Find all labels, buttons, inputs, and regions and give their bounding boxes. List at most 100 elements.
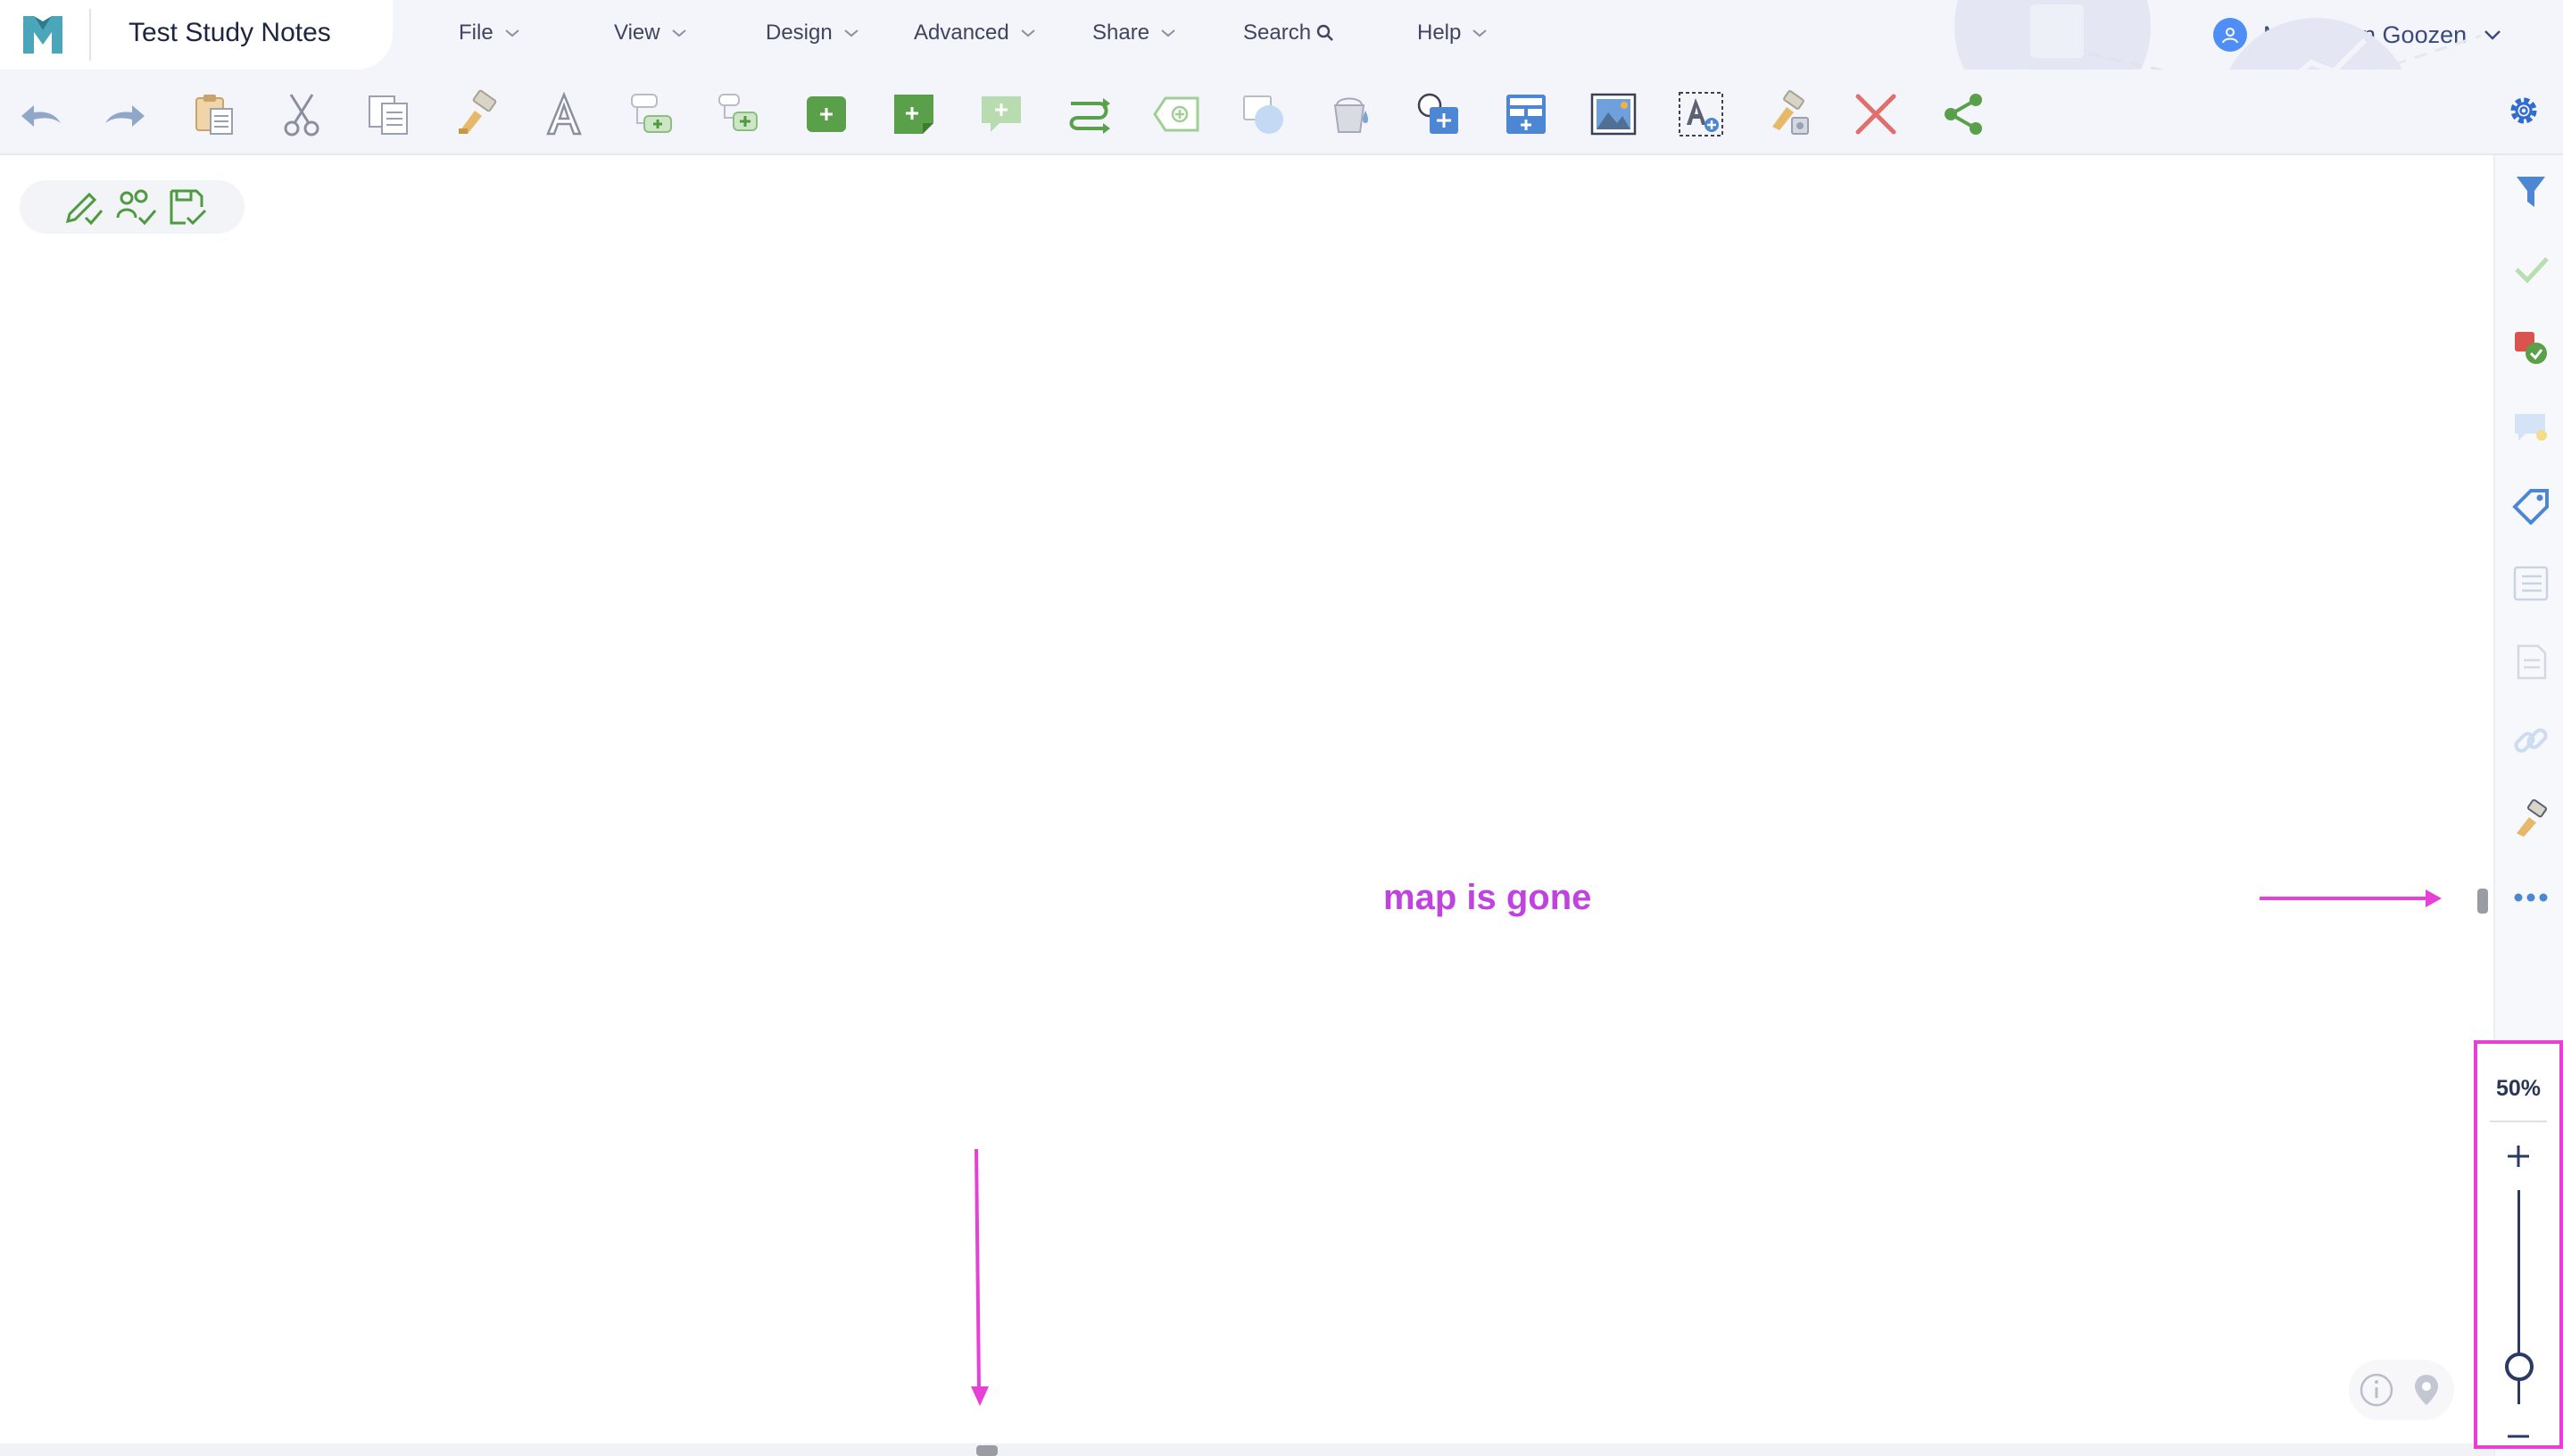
add-topic-icon (718, 94, 758, 131)
menu-advanced-label: Advanced (914, 21, 1009, 45)
paste-icon (195, 95, 233, 135)
filter-icon[interactable] (2511, 171, 2551, 211)
toolbar (0, 70, 2563, 155)
notes-icon[interactable] (2511, 642, 2551, 682)
task-icon[interactable] (2511, 328, 2551, 368)
add-subtopic-icon (631, 94, 672, 133)
clear-format-icon (1772, 90, 1809, 135)
annotation-text: map is gone (1383, 878, 1592, 917)
menu-share-label: Share (1092, 21, 1150, 45)
chevron-down-icon (1161, 29, 1175, 37)
insert-shape-icon (1417, 93, 1458, 134)
document-title[interactable]: Test Study Notes (129, 18, 331, 48)
menu-help-label: Help (1417, 21, 1462, 45)
menu-advanced[interactable]: Advanced (914, 21, 1036, 46)
title-separator (89, 9, 91, 61)
chevron-down-icon (671, 29, 686, 37)
mindmap-app: Test Study Notes File View Design Advanc… (0, 0, 2563, 1456)
menu-view[interactable]: View (614, 21, 687, 46)
share-button[interactable] (1937, 87, 1990, 141)
add-relationship-button[interactable] (1062, 87, 1116, 141)
insert-shape-button[interactable] (1412, 87, 1465, 141)
insert-table-button[interactable] (1499, 87, 1553, 141)
add-note-icon (894, 95, 933, 134)
add-box-button[interactable] (800, 87, 853, 141)
cut-icon (284, 94, 319, 136)
add-callout-icon (982, 96, 1021, 132)
add-note-button[interactable] (887, 87, 941, 141)
chevron-down-icon (1021, 29, 1035, 37)
format-painter-button[interactable] (450, 87, 503, 141)
search-icon (1316, 24, 1333, 41)
paste-button[interactable] (187, 87, 241, 141)
zoom-slider-handle[interactable] (2505, 1353, 2534, 1381)
text-icon (546, 91, 582, 136)
fill-bucket-button[interactable] (1324, 87, 1378, 141)
horizontal-scrollbar-thumb[interactable] (976, 1445, 998, 1456)
info-icon[interactable] (2358, 1371, 2395, 1409)
insert-image-button[interactable] (1587, 87, 1640, 141)
menu-help[interactable]: Help (1417, 21, 1488, 46)
add-box-icon (807, 96, 846, 132)
format-icon[interactable] (2511, 799, 2551, 839)
user-menu[interactable]: Marco van Goozen (2213, 18, 2502, 52)
vertical-scrollbar-thumb[interactable] (2477, 889, 2488, 914)
zoom-control: 50% (2474, 1040, 2563, 1449)
shape-button[interactable] (1237, 87, 1290, 141)
copy-icon (369, 95, 408, 135)
delete-icon (1855, 94, 1896, 135)
menu-share[interactable]: Share (1092, 21, 1176, 46)
zoom-level-label: 50% (2495, 1076, 2542, 1101)
menu-view-label: View (614, 21, 660, 45)
redo-icon (105, 105, 145, 127)
horizontal-scrollbar[interactable] (0, 1444, 2493, 1456)
zoom-in-icon[interactable] (2502, 1140, 2534, 1172)
menu-file[interactable]: File (459, 21, 520, 46)
undo-icon (21, 105, 61, 127)
insert-textbox-button[interactable] (1674, 87, 1728, 141)
check-icon[interactable] (2511, 250, 2551, 289)
location-pin-icon[interactable] (2408, 1371, 2445, 1409)
add-tag-button[interactable] (1149, 87, 1203, 141)
chevron-down-icon (844, 29, 858, 37)
add-subtopic-button[interactable] (625, 87, 678, 141)
list-icon[interactable] (2511, 564, 2551, 603)
add-tag-icon (1153, 96, 1199, 132)
title-area: Test Study Notes (0, 0, 393, 70)
mindmap-logo-icon[interactable] (23, 16, 62, 54)
annotation-arrow-down (975, 1148, 981, 1391)
delete-button[interactable] (1849, 87, 1903, 141)
insert-table-icon (1506, 95, 1546, 134)
undo-button[interactable] (14, 87, 68, 141)
menu-file-label: File (459, 21, 494, 45)
comment-icon[interactable] (2511, 407, 2551, 446)
cut-button[interactable] (275, 87, 328, 141)
format-painter-icon (459, 89, 497, 134)
text-button[interactable] (537, 87, 591, 141)
menu-search[interactable]: Search (1243, 21, 1334, 46)
tag-icon[interactable] (2511, 485, 2551, 525)
zoom-divider (2490, 1121, 2547, 1122)
canvas-info-badges (2349, 1360, 2454, 1420)
add-topic-button[interactable] (712, 87, 766, 141)
annotation-arrowhead-right (2426, 889, 2442, 907)
insert-image-icon (1590, 93, 1637, 136)
chevron-down-icon (1472, 29, 1488, 37)
redo-button[interactable] (98, 87, 152, 141)
clear-format-button[interactable] (1762, 87, 1815, 141)
more-icon[interactable] (2511, 878, 2551, 917)
map-canvas[interactable] (0, 155, 2493, 1445)
annotation-arrowhead-down (971, 1386, 989, 1406)
user-avatar-icon (2213, 18, 2247, 52)
shape-icon (1243, 95, 1283, 134)
menu-bar: Test Study Notes File View Design Advanc… (0, 0, 2563, 70)
link-icon[interactable] (2511, 721, 2551, 760)
add-relationship-icon (1069, 98, 1110, 134)
chevron-down-icon (505, 29, 519, 37)
zoom-out-icon[interactable] (2504, 1422, 2533, 1451)
copy-button[interactable] (362, 87, 416, 141)
menu-design[interactable]: Design (766, 21, 859, 46)
fill-bucket-icon (1333, 97, 1368, 133)
add-callout-button[interactable] (975, 87, 1028, 141)
gear-icon[interactable] (2506, 93, 2542, 128)
